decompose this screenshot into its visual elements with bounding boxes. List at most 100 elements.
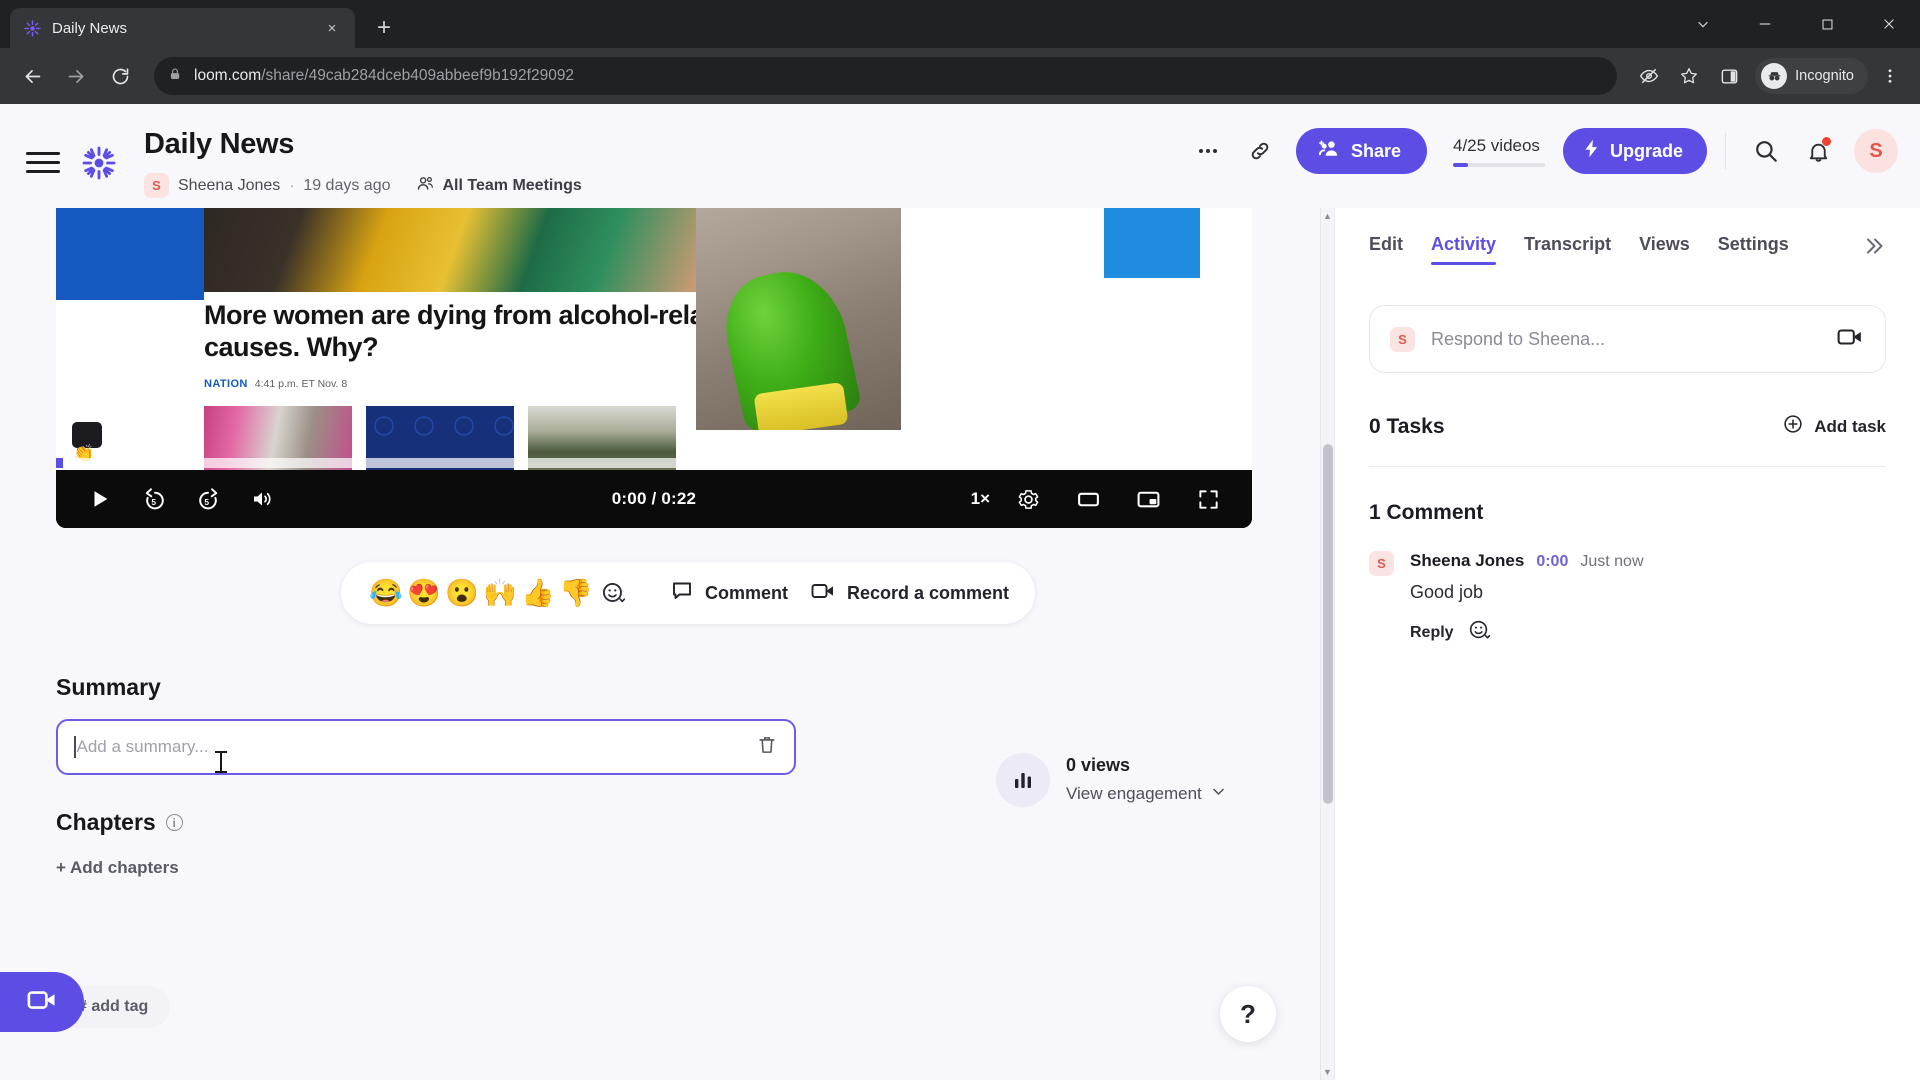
- reply-button[interactable]: Reply: [1410, 624, 1454, 642]
- text-caret: [74, 736, 76, 758]
- tasks-row: 0 Tasks Add task: [1369, 413, 1886, 467]
- news-kicker-section: NATION: [204, 378, 248, 390]
- video-camera-icon[interactable]: [1835, 324, 1865, 355]
- upgrade-label: Upgrade: [1609, 140, 1683, 161]
- tab-settings[interactable]: Settings: [1718, 234, 1789, 265]
- video-player[interactable]: More women are dying from alcohol-relate…: [56, 208, 1252, 528]
- tab-edit[interactable]: Edit: [1369, 234, 1403, 265]
- video-progress-bar[interactable]: [56, 458, 1252, 468]
- search-icon[interactable]: [1744, 129, 1788, 173]
- scroll-down-arrow[interactable]: ▼: [1321, 1064, 1334, 1080]
- profile-label: Incognito: [1795, 68, 1854, 84]
- share-label: Share: [1350, 140, 1401, 161]
- videos-quota-label: 4/25 videos: [1452, 135, 1540, 155]
- side-panel-icon[interactable]: [1711, 58, 1747, 94]
- emoji-heart-eyes[interactable]: 😍: [405, 579, 443, 607]
- eye-off-icon[interactable]: [1631, 58, 1667, 94]
- page-title[interactable]: Daily News: [144, 128, 582, 161]
- add-reaction-icon[interactable]: [601, 581, 626, 606]
- respond-input[interactable]: S Respond to Sheena...: [1369, 305, 1886, 373]
- comment-bubble-icon: [670, 579, 694, 608]
- kebab-menu-icon[interactable]: [1872, 58, 1908, 94]
- engagement-card[interactable]: 0 views View engagement: [996, 674, 1227, 878]
- incognito-profile-button[interactable]: Incognito: [1755, 58, 1868, 94]
- address-bar[interactable]: loom.com/share/49cab284dceb409abbeef9b19…: [154, 57, 1618, 95]
- summary-input[interactable]: Add a summary...: [56, 719, 796, 775]
- scroll-up-arrow[interactable]: ▲: [1321, 208, 1334, 224]
- tab-activity[interactable]: Activity: [1431, 234, 1497, 265]
- gear-icon[interactable]: [1006, 477, 1050, 521]
- back-arrow-icon[interactable]: [12, 56, 52, 96]
- browser-window: Daily News × + loom.com/share/49cab284dc…: [0, 0, 1920, 1080]
- window-close-icon[interactable]: [1858, 0, 1920, 48]
- forward-arrow-icon[interactable]: [56, 56, 96, 96]
- space-link[interactable]: All Team Meetings: [416, 174, 582, 198]
- emoji-laugh[interactable]: 😂: [367, 579, 405, 607]
- loom-logo-icon[interactable]: [82, 146, 116, 185]
- emoji-thumbs-up[interactable]: 👍: [519, 579, 557, 607]
- copy-link-button[interactable]: [1238, 129, 1282, 173]
- help-button[interactable]: ?: [1220, 986, 1276, 1042]
- scrollbar-thumb[interactable]: [1323, 444, 1333, 804]
- news-hero-image: [204, 208, 779, 292]
- chevron-down-icon: [1210, 783, 1227, 805]
- author-name: Sheena Jones: [178, 176, 281, 194]
- info-icon[interactable]: i: [165, 814, 183, 831]
- videos-quota[interactable]: 4/25 videos: [1452, 135, 1545, 167]
- incognito-icon: [1761, 63, 1788, 89]
- scrollbar[interactable]: ▲ ▼: [1320, 208, 1334, 1080]
- summary-title: Summary: [56, 674, 161, 700]
- volume-icon[interactable]: [240, 477, 284, 521]
- share-people-icon: [1318, 137, 1341, 165]
- record-video-fab[interactable]: [0, 972, 84, 1032]
- add-reaction-icon[interactable]: [1468, 619, 1491, 647]
- comment-button[interactable]: Comment: [670, 579, 788, 608]
- chevrons-right-icon[interactable]: [1862, 234, 1886, 264]
- playback-speed-button[interactable]: 1×: [971, 489, 990, 509]
- emoji-surprised[interactable]: 😮: [443, 579, 481, 607]
- upgrade-button[interactable]: Upgrade: [1562, 128, 1707, 174]
- chapters-header: Chapters i: [56, 809, 956, 836]
- record-comment-button[interactable]: Record a comment: [810, 578, 1009, 609]
- star-icon[interactable]: [1671, 58, 1707, 94]
- content-split: More women are dying from alcohol-relate…: [0, 208, 1920, 1080]
- video-camera-icon: [810, 578, 836, 609]
- add-chapters-button[interactable]: + Add chapters: [56, 858, 956, 878]
- add-task-button[interactable]: Add task: [1782, 413, 1886, 440]
- rewind-5-icon[interactable]: 5: [132, 477, 176, 521]
- trash-icon[interactable]: [756, 734, 778, 761]
- minimize-icon[interactable]: [1734, 0, 1796, 48]
- notifications-button[interactable]: [1796, 129, 1840, 173]
- svg-text:5: 5: [204, 497, 209, 507]
- chevron-down-icon[interactable]: [1672, 0, 1734, 48]
- view-engagement-label: View engagement: [1066, 784, 1202, 803]
- emoji-raised-hands[interactable]: 🙌: [481, 579, 519, 607]
- new-tab-button[interactable]: +: [367, 11, 401, 45]
- video-frame[interactable]: More women are dying from alcohol-relate…: [56, 208, 1252, 470]
- share-button[interactable]: Share: [1295, 128, 1427, 174]
- emoji-thumbs-down[interactable]: 👎: [557, 579, 595, 607]
- reload-icon[interactable]: [100, 56, 140, 96]
- tab-views[interactable]: Views: [1639, 234, 1690, 265]
- comment-text: Good job: [1410, 582, 1484, 602]
- more-options-button[interactable]: [1186, 129, 1230, 173]
- window-controls: [1672, 0, 1920, 48]
- forward-5-icon[interactable]: 5: [186, 477, 230, 521]
- video-camera-icon: [25, 985, 59, 1020]
- close-icon[interactable]: ×: [321, 17, 343, 39]
- theater-mode-icon[interactable]: [1066, 477, 1110, 521]
- picture-in-picture-icon[interactable]: [1126, 477, 1170, 521]
- browser-tab[interactable]: Daily News ×: [10, 8, 355, 48]
- play-icon[interactable]: [78, 477, 122, 521]
- comments-count: 1 Comment: [1369, 501, 1484, 524]
- maximize-icon[interactable]: [1796, 0, 1858, 48]
- user-avatar[interactable]: S: [1854, 129, 1898, 173]
- fullscreen-icon[interactable]: [1186, 477, 1230, 521]
- bar-chart-icon: [996, 753, 1050, 807]
- url-domain: loom.com: [194, 67, 262, 84]
- view-engagement-link[interactable]: View engagement: [1066, 783, 1227, 805]
- views-count: 0 views: [1066, 755, 1131, 775]
- hamburger-icon[interactable]: [26, 152, 60, 173]
- tab-transcript[interactable]: Transcript: [1524, 234, 1611, 265]
- comment-timecode[interactable]: 0:00: [1536, 553, 1568, 571]
